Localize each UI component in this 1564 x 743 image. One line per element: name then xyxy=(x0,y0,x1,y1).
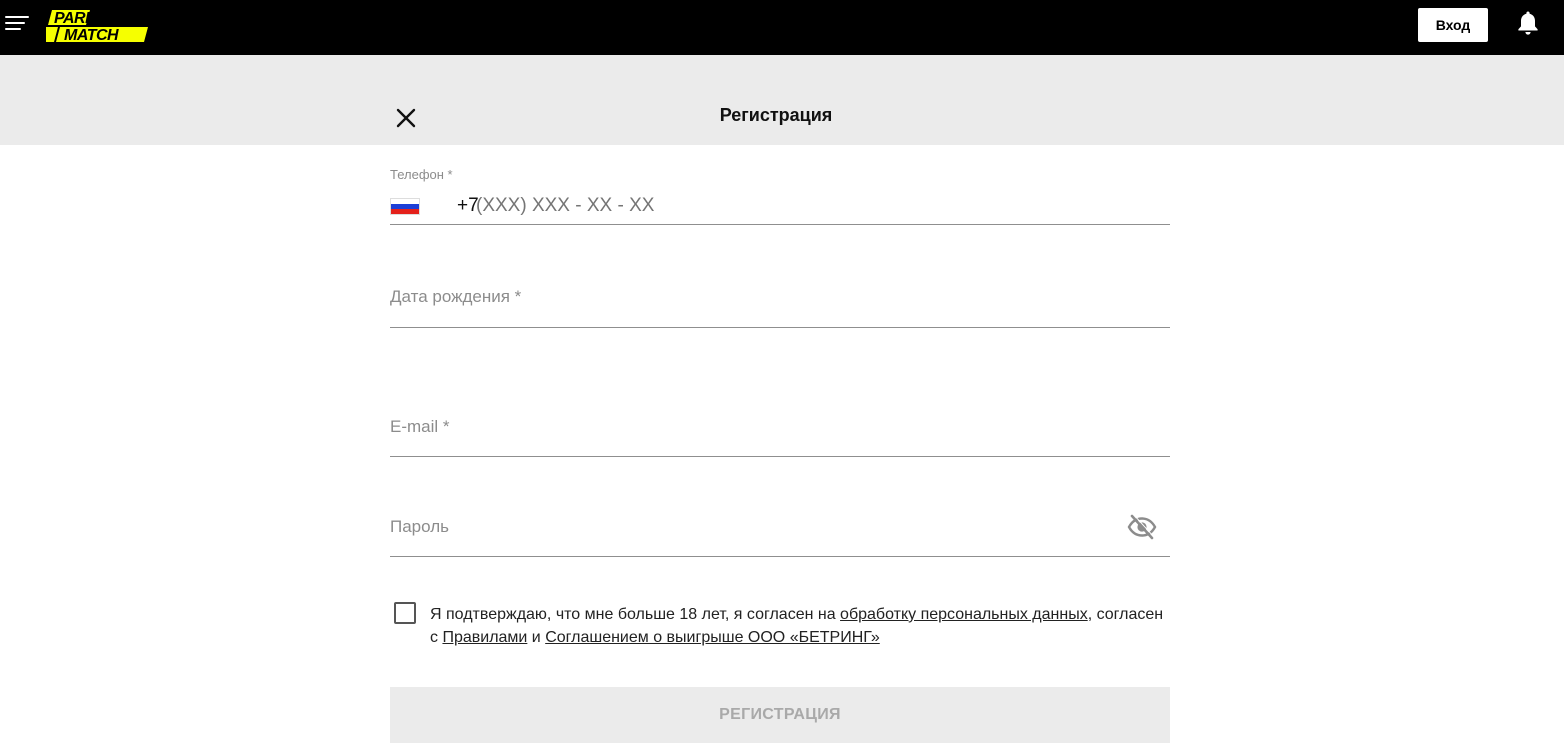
phone-underline xyxy=(390,224,1170,225)
phone-input[interactable] xyxy=(476,195,1166,217)
birthdate-underline xyxy=(390,327,1170,328)
password-underline xyxy=(390,556,1170,557)
email-underline xyxy=(390,456,1170,457)
consent-text-part3: и xyxy=(527,629,546,646)
russia-flag-icon[interactable] xyxy=(390,198,420,215)
modal-header-band xyxy=(0,55,1564,145)
agreement-link[interactable]: Соглашением о выигрыше ООО «БЕТРИНГ» xyxy=(545,629,880,646)
consent-text-part1: Я подтверждаю, что мне больше 18 лет, я … xyxy=(430,606,841,623)
eye-off-icon[interactable] xyxy=(1127,513,1157,541)
logo-text-top: PARI xyxy=(54,10,90,27)
password-field[interactable] xyxy=(390,512,1110,542)
birthdate-field[interactable] xyxy=(390,282,1110,312)
consent-text: Я подтверждаю, что мне больше 18 лет, я … xyxy=(430,603,1170,649)
consent-checkbox[interactable] xyxy=(394,602,416,624)
logo-text-bottom: MATCH xyxy=(64,27,119,44)
email-field[interactable] xyxy=(390,412,1110,442)
bell-icon[interactable] xyxy=(1516,10,1540,36)
phone-label: Телефон * xyxy=(390,167,453,182)
page-title: Регистрация xyxy=(719,105,833,125)
login-button[interactable]: Вход xyxy=(1418,8,1488,42)
register-button[interactable]: РЕГИСТРАЦИЯ xyxy=(390,687,1170,743)
top-bar: PARI MATCH Вход xyxy=(0,0,1564,55)
rules-link[interactable]: Правилами xyxy=(442,629,527,646)
personal-data-link[interactable]: обработку персональных данных xyxy=(840,606,1088,623)
menu-icon[interactable] xyxy=(5,16,29,32)
parimatch-logo[interactable]: PARI MATCH xyxy=(42,8,150,44)
